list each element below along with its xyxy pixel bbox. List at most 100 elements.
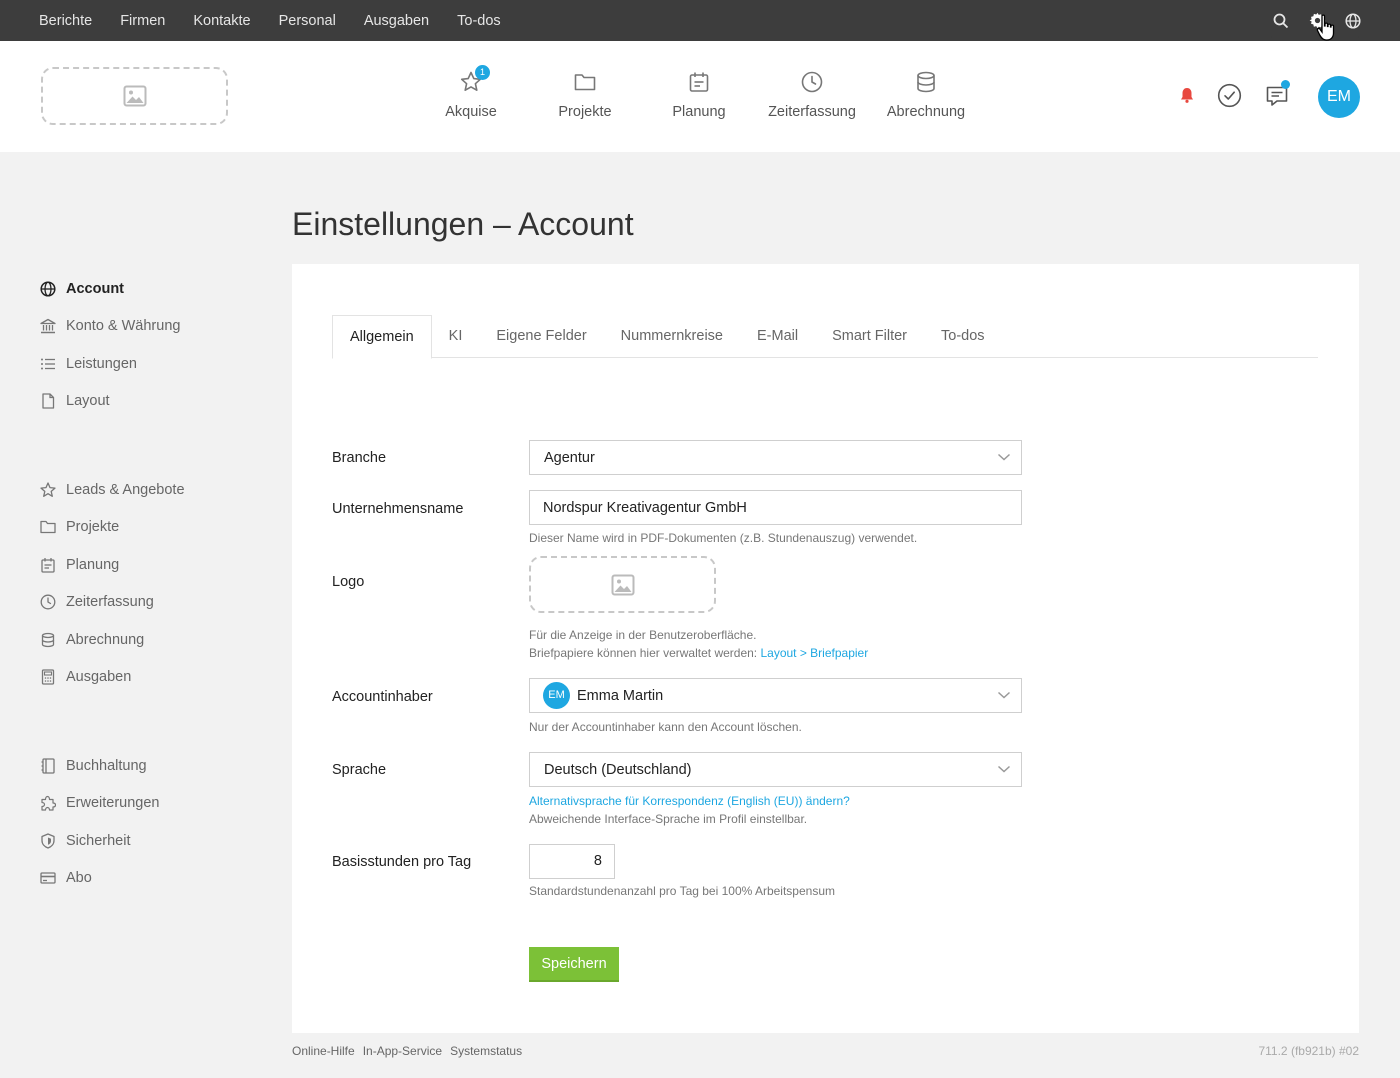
logo-help-line2: Briefpapiere können hier verwaltet werde… [529,644,868,662]
sidebar-item-projekte[interactable]: Projekte [40,515,119,539]
sidebar-item-sicherheit[interactable]: Sicherheit [40,829,130,853]
settings-tabs: Allgemein KI Eigene Felder Nummernkreise… [332,315,1318,359]
image-icon [611,574,634,595]
sidebar-item-konto-waehrung[interactable]: Konto & Währung [40,314,180,338]
bank-icon [40,318,56,334]
sidebar-item-leads-angebote[interactable]: Leads & Angebote [40,478,185,502]
owner-value: Emma Martin [577,687,664,704]
sidebar-item-buchhaltung[interactable]: Buchhaltung [40,754,147,778]
language-value: Deutsch (Deutschland) [544,761,692,778]
tab-eigene-felder[interactable]: Eigene Felder [479,315,603,358]
search-icon[interactable] [1272,12,1290,30]
company-name-value: Nordspur Kreativagentur GmbH [543,499,747,516]
sidebar-item-label: Account [66,281,124,297]
user-avatar[interactable]: EM [1318,76,1360,118]
mainnav-label: Abrechnung [886,104,966,120]
calendar-icon [689,72,709,92]
topnav-kontakte[interactable]: Kontakte [193,13,250,29]
sidebar-item-label: Konto & Währung [66,318,181,334]
topnav-berichte[interactable]: Berichte [39,13,92,29]
topnav-todos[interactable]: To-dos [457,13,501,29]
language-select[interactable]: Deutsch (Deutschland) [529,752,1022,787]
globe-icon [40,281,56,297]
sidebar-item-account[interactable]: Account [40,277,124,301]
sidebar-item-layout[interactable]: Layout [40,389,110,413]
sidebar-item-erweiterungen[interactable]: Erweiterungen [40,791,160,815]
owner-select[interactable]: EM Emma Martin [529,678,1022,713]
sidebar-item-abo[interactable]: Abo [40,866,92,890]
briefpapier-link[interactable]: Layout > Briefpapier [760,646,868,660]
topnav-personal[interactable]: Personal [279,13,336,29]
folder-icon [40,519,56,535]
mainnav-abrechnung[interactable]: Abrechnung [866,67,986,120]
calendar-icon [40,557,56,573]
alt-language-link[interactable]: Alternativsprache für Korrespondenz (Eng… [529,792,850,810]
chat-unread-dot [1281,80,1290,89]
company-logo-placeholder[interactable] [41,67,228,125]
notification-badge: 1 [475,65,490,80]
logo-help: Für die Anzeige in der Benutzeroberfläch… [529,626,868,662]
company-name-input[interactable]: Nordspur Kreativagentur GmbH [529,490,1022,525]
mainnav-akquise[interactable]: 1 Akquise [411,65,531,120]
ledger-icon [40,758,56,774]
save-button[interactable]: Speichern [529,947,619,982]
mainnav-zeiterfassung[interactable]: Zeiterfassung [752,67,872,120]
tab-allgemein[interactable]: Allgemein [332,315,432,359]
logo-label: Logo [332,574,365,590]
clock-icon [40,594,56,610]
sidebar-item-zeiterfassung[interactable]: Zeiterfassung [40,590,154,614]
hours-label: Basisstunden pro Tag [332,854,472,870]
owner-label: Accountinhaber [332,689,433,705]
owner-help: Nur der Accountinhaber kann den Account … [529,720,802,734]
mainnav-projekte[interactable]: Projekte [525,67,645,120]
branche-value: Agentur [544,449,595,466]
footer-links: Online-Hilfe In-App-Service Systemstatus [292,1044,522,1058]
sidebar-item-label: Layout [66,393,110,409]
tab-email[interactable]: E-Mail [740,315,815,358]
footer-online-hilfe[interactable]: Online-Hilfe [292,1044,355,1058]
chevron-down-icon [997,453,1011,461]
sidebar-item-planung[interactable]: Planung [40,553,119,577]
topnav-firmen[interactable]: Firmen [120,13,165,29]
sidebar-item-label: Erweiterungen [66,795,160,811]
mainnav-planung[interactable]: Planung [639,67,759,120]
chevron-down-icon [997,691,1011,699]
sidebar-item-leistungen[interactable]: Leistungen [40,352,137,376]
sidebar-item-label: Projekte [66,519,120,535]
sidebar-item-label: Abrechnung [66,632,145,648]
owner-avatar: EM [543,682,570,709]
clock-icon [801,71,823,93]
company-help: Dieser Name wird in PDF-Dokumenten (z.B.… [529,531,918,545]
database-icon [40,632,56,648]
globe-icon[interactable] [1344,12,1362,30]
logo-help-prefix: Briefpapiere können hier verwaltet werde… [529,646,761,660]
chevron-down-icon [997,765,1011,773]
tab-smart-filter[interactable]: Smart Filter [815,315,924,358]
hours-input[interactable]: 8 [529,844,615,879]
database-icon [917,71,935,93]
document-icon [40,393,56,409]
sidebar-item-label: Leads & Angebote [66,482,185,498]
logo-upload[interactable] [529,556,716,613]
sidebar-item-abrechnung[interactable]: Abrechnung [40,628,144,652]
star-icon [40,482,56,498]
tab-todos[interactable]: To-dos [924,315,1002,358]
company-label: Unternehmensname [332,501,464,517]
bell-icon[interactable] [1180,87,1194,108]
top-bar: Berichte Firmen Kontakte Personal Ausgab… [0,0,1400,41]
mainnav-label: Akquise [445,104,497,120]
hours-help: Standardstundenanzahl pro Tag bei 100% A… [529,884,835,898]
mainnav-label: Planung [672,104,726,120]
check-circle-icon[interactable] [1217,83,1242,113]
footer-in-app-service[interactable]: In-App-Service [363,1044,442,1058]
tab-nummernkreise[interactable]: Nummernkreise [604,315,740,358]
language-help: Alternativsprache für Korrespondenz (Eng… [529,792,850,828]
sidebar-item-label: Leistungen [66,356,137,372]
footer-systemstatus[interactable]: Systemstatus [450,1044,522,1058]
sidebar-item-ausgaben[interactable]: Ausgaben [40,665,131,689]
branche-select[interactable]: Agentur [529,440,1022,475]
topnav-ausgaben[interactable]: Ausgaben [364,13,429,29]
list-icon [40,356,56,372]
mainnav-label: Zeiterfassung [768,104,856,120]
tab-ki[interactable]: KI [432,315,480,358]
